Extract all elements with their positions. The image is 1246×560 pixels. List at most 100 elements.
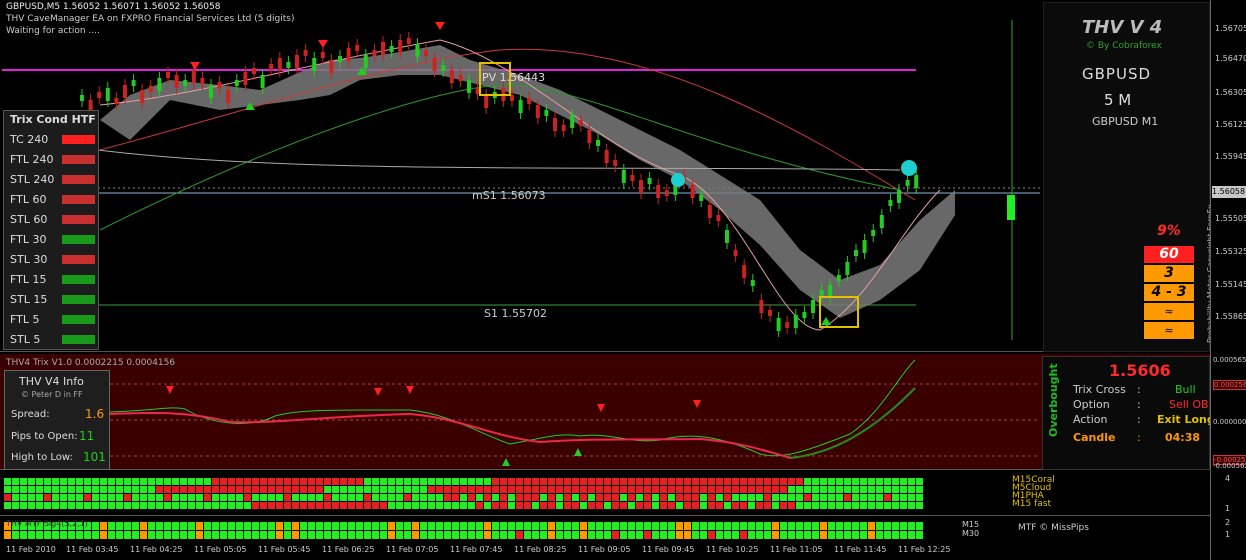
- signal-cell: [644, 502, 651, 509]
- candle-body: [733, 250, 738, 256]
- time-tick-label: 11 Feb 05:05: [194, 545, 247, 554]
- signal-cell: [628, 494, 635, 501]
- trix-row: FTL 5: [6, 310, 96, 330]
- ma-gray: [97, 149, 901, 171]
- candle-body: [286, 62, 291, 68]
- mtf-cell: [316, 522, 323, 530]
- candle-body: [183, 80, 188, 86]
- signal-cell: [292, 502, 299, 509]
- signal-cell: [244, 502, 251, 509]
- signal-cell: [516, 486, 523, 493]
- signal-cell: [68, 502, 75, 509]
- mtf-cell: [620, 531, 627, 539]
- signal-cell: [380, 502, 387, 509]
- signal-cell: [692, 486, 699, 493]
- signal-cell: [508, 478, 515, 485]
- mtf-cell: [20, 531, 27, 539]
- signal-cell: [116, 494, 123, 501]
- signal-cell: [356, 486, 363, 493]
- signal-cell: [884, 502, 891, 509]
- signal-cell: [292, 494, 299, 501]
- action-label: Action: [1073, 413, 1108, 426]
- signal-cell: [724, 502, 731, 509]
- signal-cell: [60, 486, 67, 493]
- signal-cell: [876, 494, 883, 501]
- mtf-cell: [516, 531, 523, 539]
- signal-cell: [836, 494, 843, 501]
- signal-cell: [236, 486, 243, 493]
- signal-cell: [844, 478, 851, 485]
- signal-cell: [916, 478, 923, 485]
- mtf-cell: [204, 531, 211, 539]
- signal-cell: [844, 486, 851, 493]
- mtf-cell: [436, 531, 443, 539]
- mtf-cell: [484, 522, 491, 530]
- signal-cell: [500, 494, 507, 501]
- signal-cell: [460, 502, 467, 509]
- signal-cell: [772, 494, 779, 501]
- signal-cell: [84, 478, 91, 485]
- signal-cell: [508, 502, 515, 509]
- signal-cell: [84, 502, 91, 509]
- candle-body: [260, 75, 265, 88]
- signal-cell: [12, 494, 19, 501]
- sell-arrow-icon: [318, 40, 328, 48]
- mtf-cell: [684, 522, 691, 530]
- signal-cell: [564, 502, 571, 509]
- signal-cell: [388, 502, 395, 509]
- mtf-cell: [124, 522, 131, 530]
- candle-body: [217, 82, 222, 88]
- mtf-cell: [252, 531, 259, 539]
- signal-bars-pane-1[interactable]: M15Coral M5Cloud M1PHA M15 fast: [0, 472, 1210, 516]
- signal-cell: [892, 486, 899, 493]
- signal-cell: [740, 494, 747, 501]
- candle-body: [578, 120, 583, 126]
- signal-cell: [580, 478, 587, 485]
- signal-cell: [732, 494, 739, 501]
- time-tick-label: 11 Feb 09:05: [578, 545, 631, 554]
- mtf-cell: [812, 531, 819, 539]
- signal-cell: [260, 478, 267, 485]
- signal-cell: [620, 478, 627, 485]
- mtf-cell: [284, 531, 291, 539]
- signal-cell: [100, 502, 107, 509]
- candle-body: [381, 42, 385, 55]
- signal-cell: [36, 478, 43, 485]
- mtf-faded-header: THV MTF Sig4(S,2,1): [6, 519, 88, 528]
- signal-cell: [452, 486, 459, 493]
- signal-cell: [420, 502, 427, 509]
- signal-cell: [820, 478, 827, 485]
- mtf-cell: [884, 531, 891, 539]
- trix-row-label: FTL 60: [10, 193, 47, 206]
- signal-cell: [652, 494, 659, 501]
- trix-row-status-bar: [62, 175, 95, 184]
- main-price-chart[interactable]: GBPUSD,M5 1.56052 1.56071 1.56052 1.5605…: [0, 0, 1215, 352]
- signal-cell: [772, 478, 779, 485]
- mtf-cell: [468, 522, 475, 530]
- signal-cell: [308, 494, 315, 501]
- signal-cell: [900, 478, 907, 485]
- trix-row: STL 240: [6, 170, 96, 190]
- mtf-cell: [820, 531, 827, 539]
- signal-cell: [516, 478, 523, 485]
- signal-cell: [796, 478, 803, 485]
- trix-row-label: FTL 15: [10, 273, 47, 286]
- mtf-cell: [396, 522, 403, 530]
- mtf-cell: [324, 531, 331, 539]
- candle-body: [647, 178, 652, 184]
- signal-cell: [884, 494, 891, 501]
- trix-indicator-canvas: [109, 359, 1040, 466]
- mtf-cell: [892, 531, 899, 539]
- candle-body: [449, 70, 454, 83]
- candle-body: [811, 300, 815, 313]
- signal-cell: [612, 478, 619, 485]
- mtf-cell: [172, 522, 179, 530]
- mtf-cell: [836, 522, 843, 530]
- trix-indicator-pane[interactable]: THV4 Trix V1.0 0.0002215 0.0004156 THV V…: [0, 354, 1215, 470]
- signal-bars-pane-2[interactable]: THV MTF Sig4(S,2,1) M15 M30 MTF © MissPi…: [0, 518, 1210, 542]
- signal-cell: [92, 502, 99, 509]
- probability-wave-box: ≈: [1143, 302, 1195, 321]
- mtf-cell: [724, 522, 731, 530]
- trix-sell-arrow-icon: [374, 388, 382, 396]
- mtf-cell: [684, 531, 691, 539]
